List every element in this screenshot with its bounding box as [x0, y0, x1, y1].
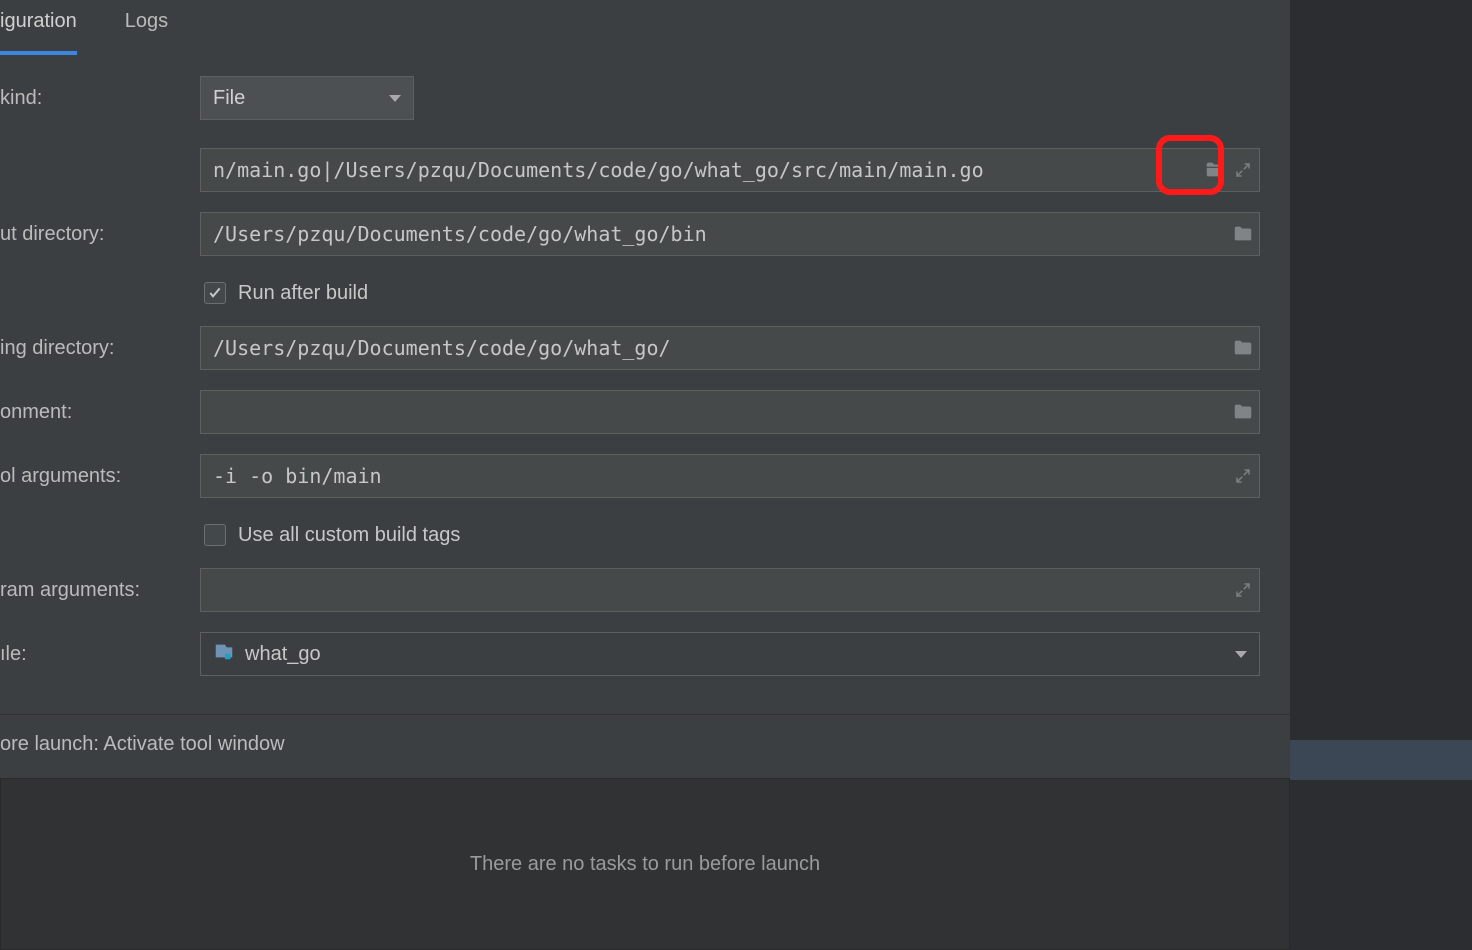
- expand-tool-args-icon[interactable]: [1231, 464, 1255, 488]
- tool-args-input[interactable]: -i -o bin/main: [200, 454, 1260, 498]
- use-custom-tags-label: Use all custom build tags: [238, 524, 460, 547]
- run-kind-dropdown[interactable]: File: [200, 76, 414, 120]
- divider: [0, 714, 1290, 715]
- before-launch-title: ore launch: Activate tool window: [0, 733, 1290, 756]
- run-config-dialog: iguration Logs kind: File n/main: [0, 0, 1472, 950]
- label-module: ıle:: [0, 643, 200, 666]
- module-icon: [213, 640, 235, 668]
- right-gutter: [1290, 0, 1472, 950]
- label-environment: onment:: [0, 401, 200, 424]
- browse-files-icon[interactable]: [1203, 158, 1227, 182]
- use-custom-tags-row: Use all custom build tags: [200, 514, 460, 556]
- use-custom-tags-checkbox[interactable]: [204, 524, 226, 546]
- before-launch-tasks-area[interactable]: There are no tasks to run before launch: [0, 778, 1290, 950]
- working-dir-input[interactable]: /Users/pzqu/Documents/code/go/what_go/: [200, 326, 1260, 370]
- right-gutter-highlight: [1290, 740, 1472, 780]
- browse-output-icon[interactable]: [1231, 222, 1255, 246]
- config-form: kind: File n/main.go|/Users/pzqu/Documen…: [0, 56, 1290, 692]
- environment-input[interactable]: [200, 390, 1260, 434]
- label-working-dir: ing directory:: [0, 337, 200, 360]
- tab-bar: iguration Logs: [0, 0, 1290, 56]
- tab-logs[interactable]: Logs: [125, 0, 168, 55]
- files-input[interactable]: n/main.go|/Users/pzqu/Documents/code/go/…: [200, 148, 1260, 192]
- label-run-kind: kind:: [0, 87, 200, 110]
- label-program-args: ram arguments:: [0, 579, 200, 602]
- label-output-dir: ut directory:: [0, 223, 200, 246]
- config-panel: iguration Logs kind: File n/main: [0, 0, 1290, 950]
- output-dir-input[interactable]: /Users/pzqu/Documents/code/go/what_go/bi…: [200, 212, 1260, 256]
- run-after-build-checkbox[interactable]: [204, 282, 226, 304]
- expand-program-args-icon[interactable]: [1231, 578, 1255, 602]
- run-kind-value: File: [213, 87, 245, 110]
- tab-configuration[interactable]: iguration: [0, 0, 77, 55]
- chevron-down-icon: [1235, 651, 1247, 658]
- browse-working-dir-icon[interactable]: [1231, 336, 1255, 360]
- expand-files-icon[interactable]: [1231, 158, 1255, 182]
- label-tool-args: ol arguments:: [0, 465, 200, 488]
- module-name: what_go: [245, 643, 1247, 666]
- browse-env-icon[interactable]: [1231, 400, 1255, 424]
- run-after-build-label: Run after build: [238, 282, 368, 305]
- module-dropdown[interactable]: what_go: [200, 632, 1260, 676]
- chevron-down-icon: [389, 95, 401, 102]
- program-args-input[interactable]: [200, 568, 1260, 612]
- before-launch-empty-text: There are no tasks to run before launch: [470, 853, 820, 876]
- run-after-build-row: Run after build: [200, 272, 368, 314]
